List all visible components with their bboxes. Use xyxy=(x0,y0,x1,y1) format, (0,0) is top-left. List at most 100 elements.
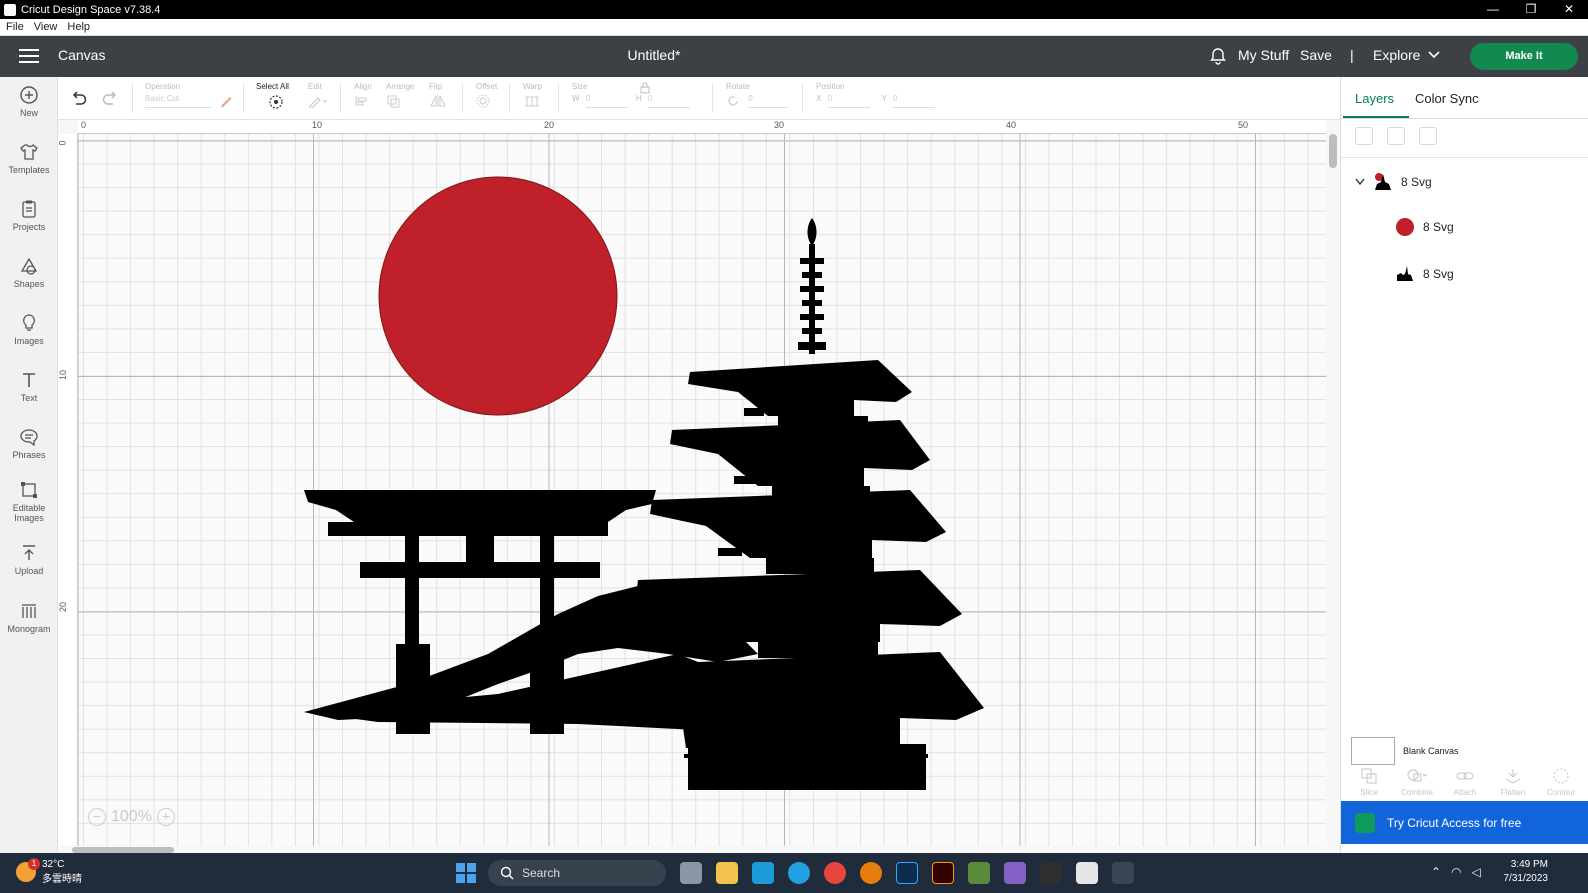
toolbar-divider xyxy=(712,83,713,113)
sidebar-item-phrases[interactable]: Phrases xyxy=(0,427,58,460)
explore-menu[interactable]: Explore xyxy=(1373,47,1420,63)
group-icon[interactable] xyxy=(1355,127,1373,145)
app-icon[interactable] xyxy=(1112,862,1134,884)
minimize-button[interactable]: — xyxy=(1474,0,1512,19)
red-circle-thumbnail-icon xyxy=(1396,218,1414,236)
size-h-input[interactable]: 0 xyxy=(648,94,691,108)
size-w-input[interactable]: 0 xyxy=(585,94,628,108)
sidebar-item-monogram[interactable]: Monogram xyxy=(0,601,58,634)
restore-button[interactable]: ❐ xyxy=(1512,0,1550,19)
duplicate-icon[interactable] xyxy=(1387,127,1405,145)
chevron-down-icon[interactable] xyxy=(1428,51,1440,59)
volume-icon[interactable]: ◁ xyxy=(1472,865,1481,879)
blank-canvas-swatch[interactable] xyxy=(1351,737,1395,765)
photoshop-icon[interactable] xyxy=(896,862,918,884)
pos-y-input[interactable]: 0 xyxy=(893,94,936,108)
undo-icon[interactable] xyxy=(70,90,88,108)
cricut-access-banner[interactable]: Try Cricut Access for free xyxy=(1341,801,1588,844)
clock[interactable]: 3:49 PM 7/31/2023 xyxy=(1504,858,1549,886)
sidebar-item-editable-images[interactable]: Editable Images xyxy=(0,480,58,523)
app-icon[interactable] xyxy=(752,862,774,884)
rotate-input[interactable]: 0 xyxy=(748,94,789,108)
contour-button[interactable]: Contour xyxy=(1539,767,1583,797)
close-button[interactable]: ✕ xyxy=(1550,0,1588,19)
sidebar-item-projects[interactable]: Projects xyxy=(0,199,58,232)
taskbar-search[interactable]: Search xyxy=(488,860,666,886)
menu-help[interactable]: Help xyxy=(67,21,90,33)
layer-row[interactable]: 8 Svg xyxy=(1341,259,1577,289)
canvas-artwork[interactable] xyxy=(78,134,1326,846)
layer-row[interactable]: 8 Svg xyxy=(1341,167,1577,197)
size-control[interactable]: Size W 0 H 0 xyxy=(572,82,691,108)
weather-widget[interactable]: 1 32°C 多雲時晴 xyxy=(16,858,82,885)
header-separator: | xyxy=(1350,47,1354,63)
blender-icon[interactable] xyxy=(860,862,882,884)
select-all-control[interactable]: Select All xyxy=(256,82,289,112)
edit-control[interactable]: Edit xyxy=(308,82,328,110)
align-control[interactable]: Align xyxy=(354,82,376,110)
sidebar-item-images[interactable]: Images xyxy=(0,313,58,346)
file-explorer-icon[interactable] xyxy=(716,862,738,884)
chrome-icon[interactable] xyxy=(824,862,846,884)
pos-x-input[interactable]: 0 xyxy=(827,94,870,108)
delete-icon[interactable] xyxy=(1419,127,1437,145)
warp-control[interactable]: Warp xyxy=(523,82,549,110)
edge-icon[interactable] xyxy=(788,862,810,884)
minecraft-icon[interactable] xyxy=(968,862,990,884)
attach-button[interactable]: Attach xyxy=(1443,767,1487,797)
menu-file[interactable]: File xyxy=(6,21,24,33)
chevron-down-icon[interactable] xyxy=(1355,178,1365,186)
zoom-out-button[interactable]: − xyxy=(88,808,106,826)
zoom-level: 100% xyxy=(111,808,152,825)
wifi-icon[interactable]: ◠ xyxy=(1451,865,1461,879)
position-control[interactable]: Position X 0 Y 0 xyxy=(816,82,936,108)
red-sun-shape[interactable] xyxy=(378,176,618,416)
combine-button[interactable]: Combine xyxy=(1395,767,1439,797)
sidebar-item-new[interactable]: New xyxy=(0,85,58,118)
rotate-control[interactable]: Rotate 0 xyxy=(726,82,789,108)
cricut-app-icon[interactable] xyxy=(1076,862,1098,884)
tab-color-sync[interactable]: Color Sync xyxy=(1415,91,1479,106)
windows-start-icon[interactable] xyxy=(456,863,476,883)
sidebar-item-shapes[interactable]: Shapes xyxy=(0,256,58,289)
arrange-control[interactable]: Arrange xyxy=(386,82,414,110)
operation-select[interactable]: Basic Cut xyxy=(145,94,211,108)
menu-view[interactable]: View xyxy=(34,21,58,33)
offset-control[interactable]: Offset xyxy=(476,82,500,110)
operation-label: Operation xyxy=(145,82,181,91)
ruler-horizontal: 0 10 20 30 40 50 xyxy=(78,120,1326,134)
operation-control[interactable]: Operation Basic Cut xyxy=(145,82,237,108)
task-view-icon[interactable] xyxy=(680,862,702,884)
blank-canvas-row[interactable]: Blank Canvas xyxy=(1351,737,1459,765)
align-icon xyxy=(355,96,367,106)
app-icon[interactable] xyxy=(1040,862,1062,884)
scroll-thumb[interactable] xyxy=(1329,134,1337,168)
pen-icon xyxy=(221,97,232,108)
zoom-in-button[interactable]: + xyxy=(156,808,175,826)
flip-control[interactable]: Flip xyxy=(429,82,453,110)
sidebar-item-upload[interactable]: Upload xyxy=(0,543,58,576)
ruler-vertical: 0 10 20 xyxy=(58,134,78,846)
sidebar-item-label: Upload xyxy=(14,566,44,576)
sidebar-item-templates[interactable]: Templates xyxy=(0,142,58,175)
illustrator-icon[interactable] xyxy=(932,862,954,884)
my-stuff-link[interactable]: My Stuff xyxy=(1238,47,1289,63)
save-button[interactable]: Save xyxy=(1300,47,1332,63)
canvas-horizontal-scrollbar[interactable] xyxy=(58,846,1340,853)
visual-studio-icon[interactable] xyxy=(1004,862,1026,884)
layer-row[interactable]: 8 Svg xyxy=(1341,212,1577,242)
flip-label: Flip xyxy=(429,82,442,91)
redo-icon[interactable] xyxy=(101,90,119,108)
tab-layers[interactable]: Layers xyxy=(1355,91,1394,106)
sidebar-item-text[interactable]: Text xyxy=(0,370,58,403)
sidebar-item-label: Templates xyxy=(8,165,50,175)
bell-icon[interactable] xyxy=(1209,47,1227,65)
flatten-button[interactable]: Flatten xyxy=(1491,767,1535,797)
chevron-up-icon[interactable]: ⌃ xyxy=(1431,865,1441,879)
make-it-button[interactable]: Make It xyxy=(1470,43,1578,70)
lock-icon[interactable] xyxy=(640,82,650,94)
canvas-vertical-scrollbar[interactable] xyxy=(1326,120,1340,846)
editable-image-icon xyxy=(21,482,37,498)
tool-label: Attach xyxy=(1453,788,1477,797)
slice-button[interactable]: Slice xyxy=(1347,767,1391,797)
